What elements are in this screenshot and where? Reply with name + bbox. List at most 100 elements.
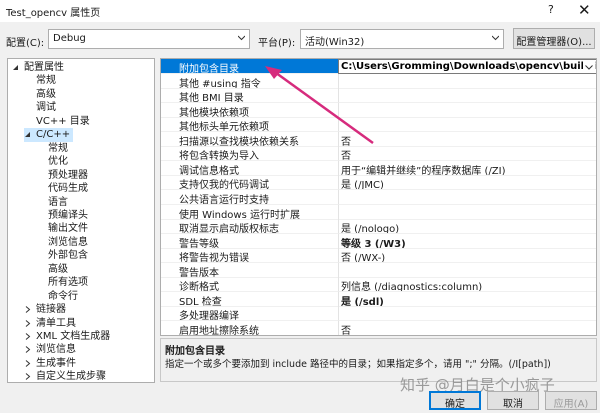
tree-item[interactable]: 输出文件 [36,222,91,236]
property-value[interactable]: 列信息 (/diagnostics:column) [338,277,596,293]
property-row[interactable]: 警告版本 [161,262,596,278]
collapsed-icon[interactable] [24,360,31,367]
property-row[interactable]: 调试信息格式 用于“编辑并继续”的程序数据库 (/ZI) [161,160,596,176]
property-name: 支持仅我的代码调试 [161,175,338,191]
property-value[interactable] [338,262,596,278]
property-value[interactable] [338,117,596,133]
collapsed-icon[interactable] [24,333,31,340]
property-value[interactable]: 否 [338,146,596,162]
tree-item-label: VC++ 目录 [36,115,90,127]
property-row[interactable]: 多处理器编译 [161,306,596,322]
cancel-button[interactable]: 取消 [487,391,539,410]
chevron-down-icon [492,35,499,41]
tree-item[interactable]: 常规 [36,142,71,156]
property-value[interactable]: 是 (/JMC) [338,175,596,191]
property-value[interactable] [338,204,596,220]
collapsed-icon[interactable] [24,319,31,327]
tree-item[interactable]: 自定义生成步骤 [24,370,109,382]
property-row[interactable]: 警告等级 等级 3 (/W3) [161,233,596,249]
collapsed-icon[interactable] [24,306,31,313]
expanded-icon[interactable] [12,64,19,71]
apply-button[interactable]: 应用(A) [545,391,597,410]
property-value[interactable]: 否 [338,320,596,335]
tree-item[interactable]: 代码生成 [36,182,91,196]
tree-item[interactable]: 高级 [36,263,71,277]
tree-item[interactable]: 命令行 [36,290,81,304]
tree-item[interactable]: 清单工具 [24,317,79,331]
tree-item-label: 优化 [48,156,68,168]
property-value[interactable] [338,73,596,89]
tree-item[interactable]: 语言 [36,196,71,210]
property-row[interactable]: 将警告视为错误否 (/WX-) [161,248,596,264]
chevron-down-icon[interactable] [583,61,595,73]
config-select[interactable]: Debug [48,29,250,49]
property-value[interactable]: 否 (/WX-) [338,248,596,264]
property-row[interactable]: 其他 #using 指令 [161,73,596,89]
property-row[interactable]: 将包含转换为导入否 [161,146,596,162]
tree-item[interactable]: 预编译头 [36,209,91,223]
platform-select[interactable]: 活动(Win32) [300,29,504,49]
tree-item[interactable]: XML 文档生成器 [24,330,113,344]
property-row[interactable]: SDL 检查是 (/sdl) [161,291,596,307]
config-manager-button[interactable]: 配置管理器(O)... [513,28,595,49]
close-button[interactable]: ✕ [578,1,591,19]
property-row[interactable]: 启用地址擦除系统否 [161,320,596,335]
tree-item[interactable]: C/C++ [24,128,74,143]
property-row[interactable]: 支持仅我的代码调试是 (/JMC) [161,175,596,191]
property-value[interactable]: 是 (/nologo) [338,219,596,235]
collapsed-icon[interactable] [24,346,31,354]
property-value[interactable] [338,88,596,104]
property-tree[interactable]: 配置属性 常规 高级 调试 VC++ 目录 C/C++ 常规 优化 预处理器 代码生成 语言 预编译头… [7,58,155,383]
property-value[interactable] [338,102,596,118]
tree-item[interactable]: 配置属性 [12,61,67,75]
tree-item[interactable]: 浏览信息 [36,236,91,250]
tree-item[interactable]: 链接器 [24,303,69,317]
tree-item-label: 所有选项 [48,277,88,289]
property-value[interactable]: 是 (/sdl) [338,291,596,307]
property-row[interactable]: 公共语言运行时支持 [161,189,596,205]
tree-item-label: 清单工具 [36,317,76,329]
tree-item[interactable]: 外部包含 [36,249,91,263]
property-row[interactable]: 其他 BMI 目录 [161,88,596,104]
property-value[interactable]: 等级 3 (/W3) [338,233,596,249]
tree-item-label: 外部包含 [48,250,88,262]
expanded-icon[interactable] [24,131,31,138]
property-name: 扫描源以查找模块依赖关系 [161,132,338,147]
property-row[interactable]: 取消显示启动版权标志是 (/nologo) [161,219,596,235]
property-row[interactable]: 其他标头单元依赖项 [161,117,596,133]
tree-item[interactable]: 常规 [24,74,59,88]
property-row[interactable]: 扫描源以查找模块依赖关系否 [161,131,596,147]
property-row[interactable]: 使用 Windows 运行时扩展 [161,204,596,220]
tree-item[interactable]: 优化 [36,155,71,169]
collapsed-icon[interactable] [24,373,31,381]
tree-item-label: 常规 [36,75,56,87]
property-name: 其他 #using 指令 [161,74,338,89]
property-value[interactable]: 用于“编辑并继续”的程序数据库 (/ZI) [338,160,596,176]
help-button[interactable]: ? [548,3,554,16]
description-text: 指定一个或多个要添加到 include 路径中的目录；如果指定多个，请用 ";"… [165,359,551,370]
property-name: 启用地址擦除系统 [161,321,338,335]
tree-item[interactable]: 浏览信息 [24,343,79,357]
tree-item[interactable]: 高级 [24,88,59,102]
property-name: 多处理器编译 [161,306,338,322]
ok-button[interactable]: 确定 [429,391,481,410]
tree-item[interactable]: 调试 [24,101,59,115]
property-row[interactable]: 其他模块依赖项 [161,102,596,118]
property-name: 调试信息格式 [161,161,338,176]
tree-item-label: 配置属性 [24,62,64,73]
tree-item-label: 常规 [48,142,68,154]
property-value[interactable] [338,189,596,205]
tree-item[interactable]: VC++ 目录 [24,115,93,129]
tree-item[interactable]: 生成事件 [24,357,79,371]
tree-item[interactable]: 预处理器 [36,169,91,183]
property-name: 警告版本 [161,263,338,278]
property-value[interactable]: 否 [338,131,596,147]
platform-select-value: 活动(Win32) [305,37,365,48]
property-grid[interactable]: 附加包含目录 C:\Users\Gromming\Downloads\opencv… [160,58,597,336]
tree-item[interactable]: 所有选项 [36,276,91,290]
property-value-input[interactable]: C:\Users\Gromming\Downloads\opencv\build… [338,59,596,74]
property-row[interactable]: 附加包含目录 C:\Users\Gromming\Downloads\opencv… [161,59,596,74]
property-value[interactable] [338,306,596,322]
property-row[interactable]: 诊断格式 列信息 (/diagnostics:column) [161,277,596,293]
tree-item-label: 预处理器 [48,169,88,181]
